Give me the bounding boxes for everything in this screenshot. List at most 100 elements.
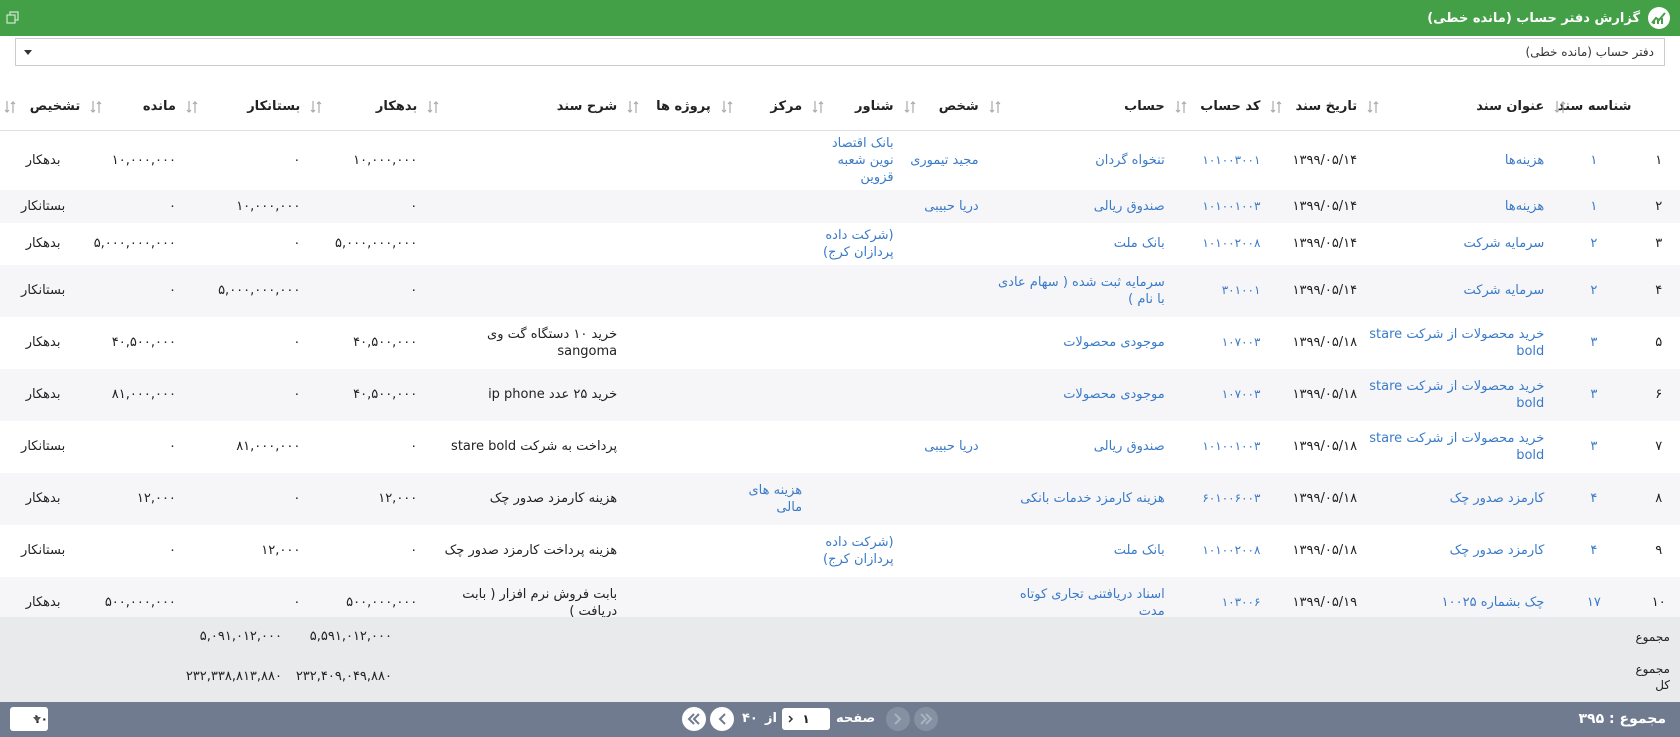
doc-number-link[interactable]: ۴ (1550, 472, 1638, 525)
person-link[interactable]: مجید تیموری (900, 130, 985, 190)
sort-icon[interactable] (989, 100, 1001, 114)
column-header-floating[interactable]: شناور (808, 84, 900, 131)
doc-title-link[interactable]: هزینه‌ها (1363, 130, 1550, 190)
projects-link[interactable] (623, 189, 717, 223)
person-link[interactable] (899, 368, 985, 421)
center-link[interactable]: هزینه های مالی (716, 472, 809, 525)
column-header-projects[interactable]: پروژه ها (623, 84, 717, 131)
column-header-doc-date[interactable]: تاریخ سند (1266, 84, 1364, 131)
floating-link[interactable] (808, 472, 900, 525)
column-header-person[interactable]: شخص (899, 84, 985, 131)
sort-icon[interactable] (1175, 100, 1187, 114)
floating-link[interactable] (808, 421, 899, 473)
account-code-link[interactable]: ۱۰۱۰۰۱۰۰۳ (1170, 189, 1267, 223)
table-row[interactable]: ۴ ۲ سرمایه شرکت ۱۳۹۹/۰۵/۱۴ ۳۰۱۰۰۱ سرمایه… (0, 264, 1680, 317)
page-number-input[interactable]: ۱ (782, 708, 830, 730)
doc-title-link[interactable]: سرمایه شرکت (1363, 264, 1551, 317)
center-link[interactable] (717, 130, 808, 190)
floating-link[interactable]: (شرکت داده پردازان کرج) (808, 525, 899, 577)
center-link[interactable] (716, 264, 809, 317)
floating-link[interactable] (808, 317, 899, 369)
table-row[interactable]: ۲ ۱ هزینه‌ها ۱۳۹۹/۰۵/۱۴ ۱۰۱۰۰۱۰۰۳ صندوق … (0, 189, 1680, 223)
account-link[interactable]: صندوق ریالی (985, 421, 1171, 473)
account-code-link[interactable]: ۱۰۷۰۰۳ (1170, 368, 1267, 421)
doc-number-link[interactable]: ۴ (1550, 525, 1637, 577)
doc-number-link[interactable]: ۲ (1550, 223, 1637, 265)
account-link[interactable]: موجودی محصولات (985, 317, 1171, 369)
column-header-debit[interactable]: بدهکار (306, 84, 424, 131)
doc-title-link[interactable]: خرید محصولات از شرکت stare bold (1363, 368, 1551, 421)
doc-number-link[interactable]: ۱ (1550, 130, 1637, 190)
column-header-doc-title[interactable]: عنوان سند (1363, 84, 1551, 131)
account-code-link[interactable]: ۳۰۱۰۰۱ (1170, 264, 1267, 317)
person-link[interactable] (900, 317, 985, 369)
account-link[interactable]: صندوق ریالی (984, 189, 1171, 223)
account-code-link[interactable]: ۱۰۱۰۰۳۰۰۱ (1171, 130, 1267, 190)
floating-link[interactable] (808, 368, 900, 421)
table-row[interactable]: ۷ ۳ خرید محصولات از شرکت stare bold ۱۳۹۹… (0, 421, 1680, 473)
doc-number-link[interactable]: ۱ (1550, 189, 1638, 223)
account-code-link[interactable]: ۱۰۱۰۰۲۰۰۸ (1171, 525, 1267, 577)
projects-link[interactable] (623, 264, 717, 317)
doc-title-link[interactable]: خرید محصولات از شرکت stare bold (1363, 421, 1550, 473)
doc-title-link[interactable]: کارمزد صدور چک (1363, 525, 1550, 577)
table-row[interactable]: ۱ ۱ هزینه‌ها ۱۳۹۹/۰۵/۱۴ ۱۰۱۰۰۳۰۰۱ تنخواه… (0, 130, 1680, 190)
center-link[interactable] (716, 189, 809, 223)
column-header-center[interactable]: مرکز (716, 84, 809, 131)
table-row[interactable]: ۹ ۴ کارمزد صدور چک ۱۳۹۹/۰۵/۱۸ ۱۰۱۰۰۲۰۰۸ … (0, 525, 1680, 577)
person-link[interactable] (899, 472, 985, 525)
restore-window-icon[interactable] (6, 11, 20, 25)
projects-link[interactable] (623, 317, 717, 369)
person-link[interactable]: دریا حبیبی (899, 189, 985, 223)
account-code-link[interactable]: ۶۰۱۰۰۶۰۰۳ (1170, 472, 1267, 525)
person-link[interactable] (900, 525, 985, 577)
sort-icon[interactable] (310, 100, 322, 114)
projects-link[interactable] (623, 421, 717, 473)
doc-title-link[interactable]: سرمایه شرکت (1363, 223, 1550, 265)
column-header-account[interactable]: حساب (984, 84, 1171, 131)
sort-icon[interactable] (627, 100, 639, 114)
table-row[interactable]: ۳ ۲ سرمایه شرکت ۱۳۹۹/۰۵/۱۴ ۱۰۱۰۰۲۰۰۸ بان… (0, 223, 1680, 265)
floating-link[interactable]: (شرکت داده پردازان کرج) (808, 223, 899, 265)
person-link[interactable]: دریا حبیبی (900, 421, 985, 473)
column-header-balance[interactable]: مانده (86, 84, 182, 131)
center-link[interactable] (717, 223, 808, 265)
account-code-link[interactable]: ۱۰۱۰۰۲۰۰۸ (1171, 223, 1267, 265)
doc-number-link[interactable]: ۳ (1550, 421, 1637, 473)
sort-icon[interactable] (904, 100, 916, 114)
account-link[interactable]: موجودی محصولات (984, 368, 1171, 421)
center-link[interactable] (717, 525, 808, 577)
column-header-credit[interactable]: بستانکار (181, 84, 307, 131)
last-page-button[interactable] (682, 707, 706, 731)
projects-link[interactable] (623, 525, 717, 577)
report-type-select[interactable]: دفتر حساب (مانده خطی) (15, 38, 1665, 66)
floating-link[interactable] (808, 264, 900, 317)
column-header-doc-no[interactable]: شناسه سند (1550, 84, 1638, 131)
account-code-link[interactable]: ۱۰۱۰۰۱۰۰۳ (1171, 421, 1267, 473)
sort-icon[interactable] (1367, 100, 1379, 114)
center-link[interactable] (717, 317, 808, 369)
person-link[interactable] (900, 223, 985, 265)
account-link[interactable]: تنخواه گردان (985, 130, 1171, 190)
doc-title-link[interactable]: خرید محصولات از شرکت stare bold (1363, 317, 1550, 369)
floating-link[interactable] (808, 189, 900, 223)
sort-icon[interactable] (1270, 100, 1282, 114)
sort-icon[interactable] (1554, 100, 1566, 114)
doc-number-link[interactable]: ۳ (1550, 368, 1638, 421)
table-row[interactable]: ۶ ۳ خرید محصولات از شرکت stare bold ۱۳۹۹… (0, 368, 1680, 421)
account-link[interactable]: بانک ملت (985, 525, 1171, 577)
sort-icon[interactable] (90, 100, 102, 114)
projects-link[interactable] (623, 223, 717, 265)
doc-number-link[interactable]: ۳ (1550, 317, 1637, 369)
table-row[interactable]: ۵ ۳ خرید محصولات از شرکت stare bold ۱۳۹۹… (0, 317, 1680, 369)
account-link[interactable]: سرمایه ثبت شده ( سهام عادی با نام ) (984, 264, 1171, 317)
doc-title-link[interactable]: هزینه‌ها (1363, 189, 1551, 223)
person-link[interactable] (899, 264, 985, 317)
account-link[interactable]: بانک ملت (985, 223, 1171, 265)
projects-link[interactable] (623, 368, 717, 421)
sort-icon[interactable] (812, 100, 824, 114)
first-page-button[interactable] (914, 707, 938, 731)
sort-icon[interactable] (427, 100, 439, 114)
center-link[interactable] (717, 421, 808, 473)
column-header-desc[interactable]: شرح سند (423, 84, 624, 131)
